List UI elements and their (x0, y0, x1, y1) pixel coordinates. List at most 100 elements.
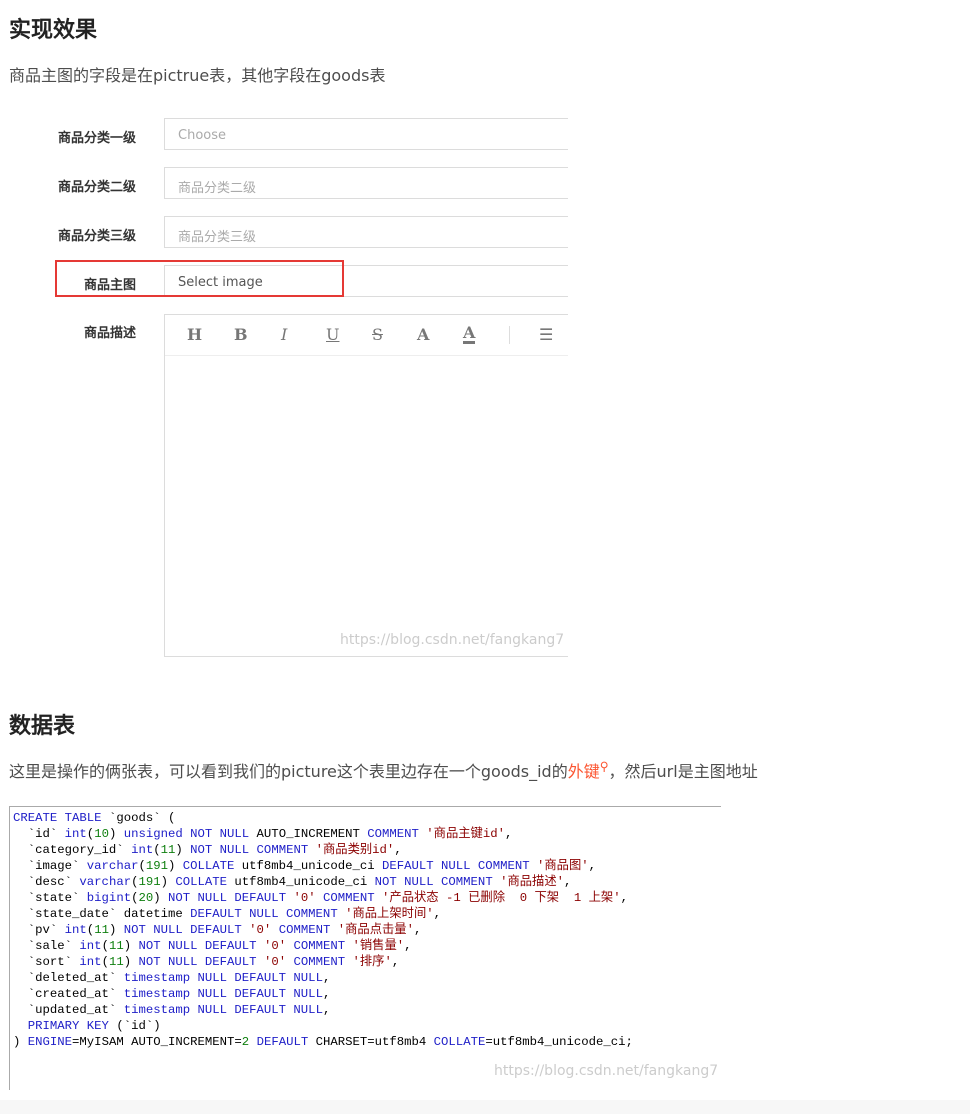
code-token: '产品状态 -1 已删除 0 下架 1 上架' (374, 891, 621, 905)
code-line: `sale` int(11) NOT NULL DEFAULT '0' COMM… (13, 938, 718, 954)
code-token: '0' (256, 939, 294, 953)
code-line: `image` varchar(191) COLLATE utf8mb4_uni… (13, 858, 718, 874)
code-token: '0' (256, 955, 294, 969)
code-token: CHARSET=utf8mb4 (308, 1035, 434, 1049)
code-token: '商品类别id' (308, 843, 395, 857)
watermark: https://blog.csdn.net/fangkang7 (340, 632, 565, 648)
foreign-key-link[interactable]: 外键 (568, 762, 600, 781)
code-token: `deleted_at` (13, 971, 124, 985)
code-token: , (620, 891, 628, 905)
code-line: `state_date` datetime DEFAULT NULL COMME… (13, 906, 718, 922)
ordered-list-icon[interactable]: ☰ (539, 325, 553, 344)
code-token: NOT NULL DEFAULT (168, 891, 287, 905)
code-token: COMMENT (278, 923, 331, 937)
field-label: 商品分类二级 (57, 180, 136, 195)
italic-icon[interactable]: I (281, 325, 287, 344)
code-token: timestamp NULL DEFAULT NULL (123, 971, 323, 985)
code-token: ) (123, 955, 139, 969)
code-token: =MyISAM AUTO_INCREMENT= (72, 1035, 242, 1049)
code-token: 10 (94, 827, 109, 841)
code-token: utf8mb4_unicode_ci (227, 875, 375, 889)
code-token: , (322, 1003, 331, 1017)
code-token: COMMENT (322, 891, 375, 905)
code-line: `desc` varchar(191) COLLATE utf8mb4_unic… (13, 874, 718, 890)
code-token: COLLATE (175, 875, 228, 889)
watermark: https://blog.csdn.net/fangkang7 (494, 1063, 719, 1079)
code-token: NOT NULL COMMENT (190, 843, 309, 857)
background-color-icon[interactable]: A (463, 325, 476, 344)
code-token: ) (160, 875, 176, 889)
code-token: int (64, 827, 87, 841)
code-token: PRIMARY KEY (27, 1019, 109, 1033)
section-desc-tables: 这里是操作的俩张表，可以看到我们的picture这个表里边存在一个goods_i… (9, 758, 758, 782)
code-line: ) ENGINE=MyISAM AUTO_INCREMENT=2 DEFAULT… (13, 1034, 718, 1050)
code-token: COMMENT (367, 827, 419, 841)
strikethrough-icon[interactable]: S (372, 325, 383, 344)
code-token: , (505, 827, 513, 841)
code-line: CREATE TABLE `goods` ( (13, 810, 718, 826)
field-label: 商品描述 (83, 326, 136, 341)
code-token: varchar (86, 859, 139, 873)
code-token: 11 (160, 843, 176, 857)
code-token: COLLATE (433, 1035, 486, 1049)
code-token: `image` (13, 859, 87, 873)
code-token: `pv` (13, 923, 65, 937)
code-token: ENGINE (27, 1035, 73, 1049)
desc-text: 这里是操作的俩张表，可以看到我们的picture这个表里边存在一个goods_i… (9, 762, 568, 781)
code-token: `id` (13, 827, 65, 841)
code-token: int (79, 939, 102, 953)
code-token: 11 (108, 939, 124, 953)
code-token: timestamp NULL DEFAULT NULL (123, 1003, 323, 1017)
bold-icon[interactable]: B (234, 325, 248, 344)
code-line: `id` int(10) unsigned NOT NULL AUTO_INCR… (13, 826, 718, 842)
rich-text-editor: H B I U S A A ☰ (164, 314, 568, 657)
code-token: ( (138, 859, 146, 873)
category-2-input[interactable]: 商品分类二级 (164, 167, 568, 199)
code-token: ) (167, 859, 183, 873)
code-token: , (322, 987, 331, 1001)
toolbar-divider (509, 326, 510, 344)
field-category-2: 商品分类二级 商品分类二级 (0, 167, 570, 201)
code-token: COLLATE (182, 859, 235, 873)
code-token: `category_id` (13, 843, 132, 857)
code-token: , (588, 859, 597, 873)
code-token: bigint (86, 891, 132, 905)
code-token: =utf8mb4_unicode_ci; (485, 1035, 633, 1049)
code-token: COMMENT (293, 939, 346, 953)
code-token: '销售量' (345, 939, 405, 953)
code-token: (`id`) (108, 1019, 161, 1033)
code-token: `state_date` datetime (13, 907, 191, 921)
code-token: '排序' (345, 955, 392, 969)
underline-icon[interactable]: U (326, 325, 339, 344)
code-token: 191 (138, 875, 161, 889)
code-line: `pv` int(11) NOT NULL DEFAULT '0' COMMEN… (13, 922, 718, 938)
editor-toolbar: H B I U S A A ☰ (165, 315, 568, 356)
code-token: ) (108, 923, 124, 937)
code-token: ( (153, 843, 161, 857)
search-icon[interactable]: ⚲ (600, 760, 609, 774)
code-token: `updated_at` (13, 1003, 124, 1017)
code-token: int (131, 843, 154, 857)
field-label: 商品分类一级 (57, 131, 136, 146)
section-title-tables: 数据表 (9, 714, 76, 739)
page-footer-strip (0, 1100, 970, 1114)
code-token: NOT NULL DEFAULT (138, 955, 257, 969)
editor-content[interactable] (165, 356, 568, 656)
code-token: ) (153, 891, 168, 905)
code-token: ( (101, 939, 109, 953)
code-token: utf8mb4_unicode_ci (234, 859, 382, 873)
code-token: `sort` (13, 955, 80, 969)
code-line: `updated_at` timestamp NULL DEFAULT NULL… (13, 1002, 718, 1018)
heading-icon[interactable]: H (187, 325, 202, 344)
code-token: CREATE TABLE (13, 811, 102, 825)
code-token: DEFAULT (256, 1035, 309, 1049)
code-token: ( (101, 955, 109, 969)
code-token: , (413, 923, 422, 937)
code-line: `state` bigint(20) NOT NULL DEFAULT '0' … (13, 890, 718, 906)
category-3-input[interactable]: 商品分类三级 (164, 216, 568, 248)
font-color-icon[interactable]: A (417, 325, 429, 344)
code-token: `state` (13, 891, 87, 905)
code-line: `category_id` int(11) NOT NULL COMMENT '… (13, 842, 718, 858)
category-1-select[interactable]: Choose (164, 118, 568, 150)
